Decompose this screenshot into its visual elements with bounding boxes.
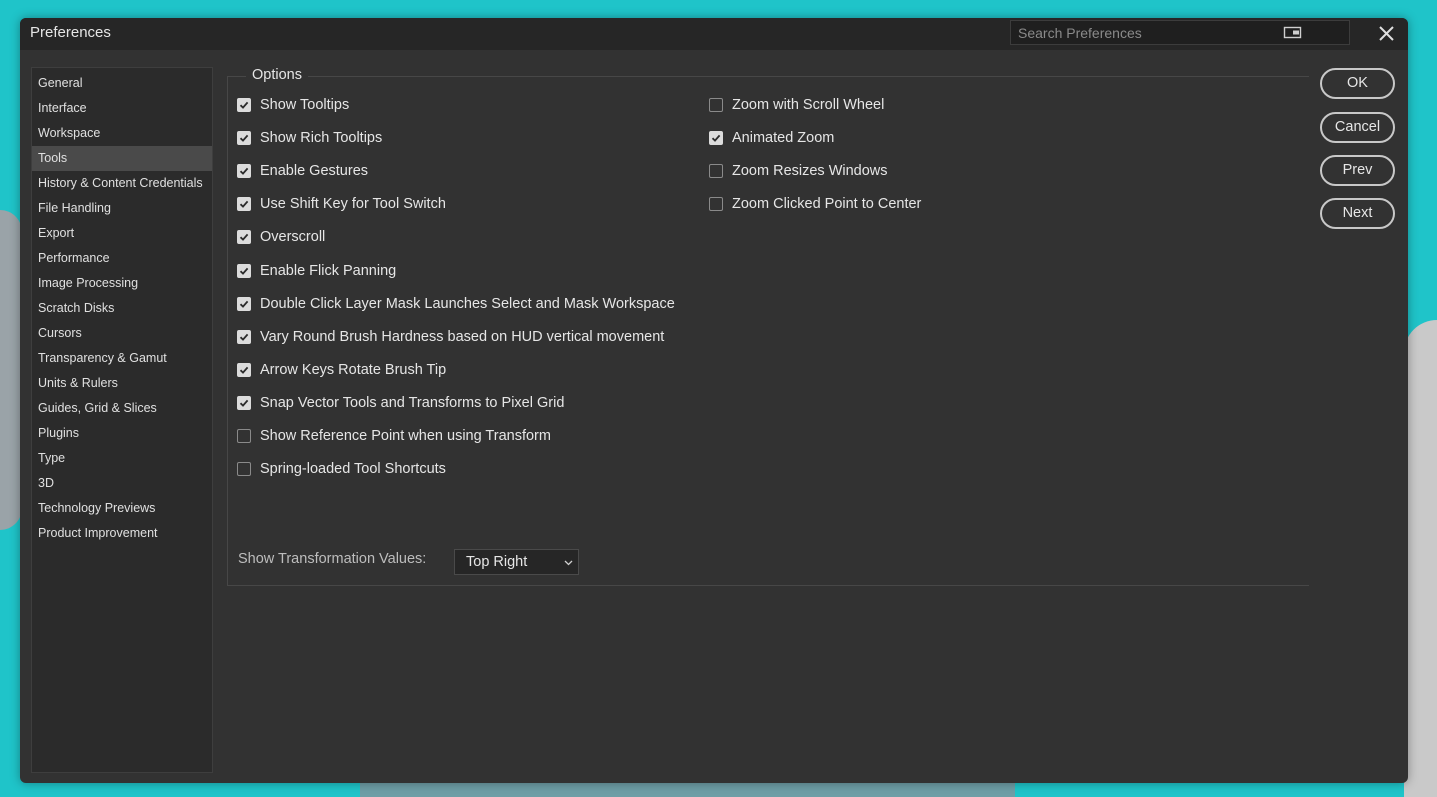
option-label: Double Click Layer Mask Launches Select … bbox=[260, 296, 675, 312]
option-arrow-keys-rotate-brush-tip[interactable]: Arrow Keys Rotate Brush Tip bbox=[237, 360, 446, 380]
option-zoom-resizes-windows[interactable]: Zoom Resizes Windows bbox=[709, 161, 888, 181]
checkbox-unchecked[interactable] bbox=[237, 462, 251, 476]
checkbox-checked[interactable] bbox=[237, 396, 251, 410]
checkbox-checked[interactable] bbox=[237, 197, 251, 211]
sidebar-item-performance[interactable]: Performance bbox=[32, 246, 212, 271]
option-label: Spring-loaded Tool Shortcuts bbox=[260, 461, 446, 477]
option-animated-zoom[interactable]: Animated Zoom bbox=[709, 128, 834, 148]
sidebar-item-file-handling[interactable]: File Handling bbox=[32, 196, 212, 221]
option-spring-loaded-tool-shortcuts[interactable]: Spring-loaded Tool Shortcuts bbox=[237, 459, 446, 479]
checkbox-checked[interactable] bbox=[237, 264, 251, 278]
checkbox-checked[interactable] bbox=[237, 363, 251, 377]
option-label: Zoom Clicked Point to Center bbox=[732, 196, 922, 212]
option-label: Show Tooltips bbox=[260, 97, 350, 113]
sidebar-item-3d[interactable]: 3D bbox=[32, 471, 212, 496]
option-label: Use Shift Key for Tool Switch bbox=[260, 196, 446, 212]
checkbox-unchecked[interactable] bbox=[237, 429, 251, 443]
close-icon[interactable] bbox=[1374, 21, 1400, 47]
options-legend: Options bbox=[246, 67, 308, 83]
background-photo-bottom bbox=[360, 783, 1015, 797]
option-show-rich-tooltips[interactable]: Show Rich Tooltips bbox=[237, 128, 382, 148]
checkbox-unchecked[interactable] bbox=[709, 197, 723, 211]
sidebar-item-guides-grid-slices[interactable]: Guides, Grid & Slices bbox=[32, 396, 212, 421]
checkbox-checked[interactable] bbox=[237, 297, 251, 311]
sidebar-item-type[interactable]: Type bbox=[32, 446, 212, 471]
option-label: Zoom Resizes Windows bbox=[732, 163, 888, 179]
option-vary-round-brush-hardness-based-on-hud-vertical-movement[interactable]: Vary Round Brush Hardness based on HUD v… bbox=[237, 327, 664, 347]
option-enable-flick-panning[interactable]: Enable Flick Panning bbox=[237, 261, 396, 281]
sidebar-item-workspace[interactable]: Workspace bbox=[32, 121, 212, 146]
sidebar-item-image-processing[interactable]: Image Processing bbox=[32, 271, 212, 296]
dialog-title: Preferences bbox=[30, 24, 111, 41]
sidebar-item-scratch-disks[interactable]: Scratch Disks bbox=[32, 296, 212, 321]
sidebar-item-interface[interactable]: Interface bbox=[32, 96, 212, 121]
sidebar-item-history-content-credentials[interactable]: History & Content Credentials bbox=[32, 171, 212, 196]
search-box bbox=[1010, 20, 1350, 45]
option-label: Enable Flick Panning bbox=[260, 263, 397, 279]
option-snap-vector-tools-and-transforms-to-pixel-grid[interactable]: Snap Vector Tools and Transforms to Pixe… bbox=[237, 393, 564, 413]
sidebar-item-general[interactable]: General bbox=[32, 71, 212, 96]
sidebar-item-plugins[interactable]: Plugins bbox=[32, 421, 212, 446]
option-overscroll[interactable]: Overscroll bbox=[237, 227, 325, 247]
chevron-down-icon bbox=[564, 560, 573, 566]
option-label: Snap Vector Tools and Transforms to Pixe… bbox=[260, 395, 565, 411]
option-enable-gestures[interactable]: Enable Gestures bbox=[237, 161, 368, 181]
sidebar-item-export[interactable]: Export bbox=[32, 221, 212, 246]
option-label: Show Rich Tooltips bbox=[260, 130, 383, 146]
checkbox-unchecked[interactable] bbox=[709, 98, 723, 112]
sidebar-item-tools[interactable]: Tools bbox=[32, 146, 212, 171]
checkbox-checked[interactable] bbox=[237, 98, 251, 112]
checkbox-unchecked[interactable] bbox=[709, 164, 723, 178]
option-label: Zoom with Scroll Wheel bbox=[732, 97, 885, 113]
preferences-dialog: Preferences GeneralInterfaceWorkspaceToo… bbox=[20, 18, 1408, 783]
option-label: Enable Gestures bbox=[260, 163, 369, 179]
option-label: Vary Round Brush Hardness based on HUD v… bbox=[260, 329, 665, 345]
titlebar: Preferences bbox=[20, 18, 1408, 50]
checkbox-checked[interactable] bbox=[237, 131, 251, 145]
sidebar: General Interface Workspace Tools History & … bbox=[31, 67, 213, 773]
sidebar-item-technology-previews[interactable]: Technology Previews bbox=[32, 496, 212, 521]
background-photo-left bbox=[0, 210, 22, 530]
option-label: Show Reference Point when using Transfor… bbox=[260, 428, 551, 444]
next-button[interactable]: Next bbox=[1320, 198, 1395, 229]
prev-button[interactable]: Prev bbox=[1320, 155, 1395, 186]
checkbox-checked[interactable] bbox=[237, 330, 251, 344]
option-show-reference-point-when-using-transform[interactable]: Show Reference Point when using Transfor… bbox=[237, 426, 551, 446]
option-use-shift-key-for-tool-switch[interactable]: Use Shift Key for Tool Switch bbox=[237, 194, 446, 214]
ok-button[interactable]: OK bbox=[1320, 68, 1395, 99]
option-show-tooltips[interactable]: Show Tooltips bbox=[237, 95, 349, 115]
option-label: Animated Zoom bbox=[732, 130, 835, 146]
cancel-button[interactable]: Cancel bbox=[1320, 112, 1395, 143]
sidebar-list: General Interface Workspace Tools History & … bbox=[32, 68, 212, 546]
checkbox-checked[interactable] bbox=[237, 230, 251, 244]
sidebar-item-cursors[interactable]: Cursors bbox=[32, 321, 212, 346]
sidebar-item-units-rulers[interactable]: Units & Rulers bbox=[32, 371, 212, 396]
transformation-values-label: Show Transformation Values: bbox=[238, 551, 427, 567]
search-icon[interactable] bbox=[1283, 25, 1303, 40]
option-label: Arrow Keys Rotate Brush Tip bbox=[260, 362, 447, 378]
option-double-click-layer-mask-launches-select-and-mask-workspace[interactable]: Double Click Layer Mask Launches Select … bbox=[237, 294, 675, 314]
select-value: Top Right bbox=[466, 554, 528, 570]
background-photo-right bbox=[1404, 320, 1437, 797]
search-input[interactable] bbox=[1011, 21, 1281, 44]
option-zoom-clicked-point-to-center[interactable]: Zoom Clicked Point to Center bbox=[709, 194, 921, 214]
option-zoom-with-scroll-wheel[interactable]: Zoom with Scroll Wheel bbox=[709, 95, 884, 115]
checkbox-checked[interactable] bbox=[237, 164, 251, 178]
checkbox-checked[interactable] bbox=[709, 131, 723, 145]
transformation-values-select[interactable]: Top Right bbox=[454, 549, 579, 575]
option-label: Overscroll bbox=[260, 229, 326, 245]
sidebar-item-product-improvement[interactable]: Product Improvement bbox=[32, 521, 212, 546]
sidebar-item-transparency-gamut[interactable]: Transparency & Gamut bbox=[32, 346, 212, 371]
